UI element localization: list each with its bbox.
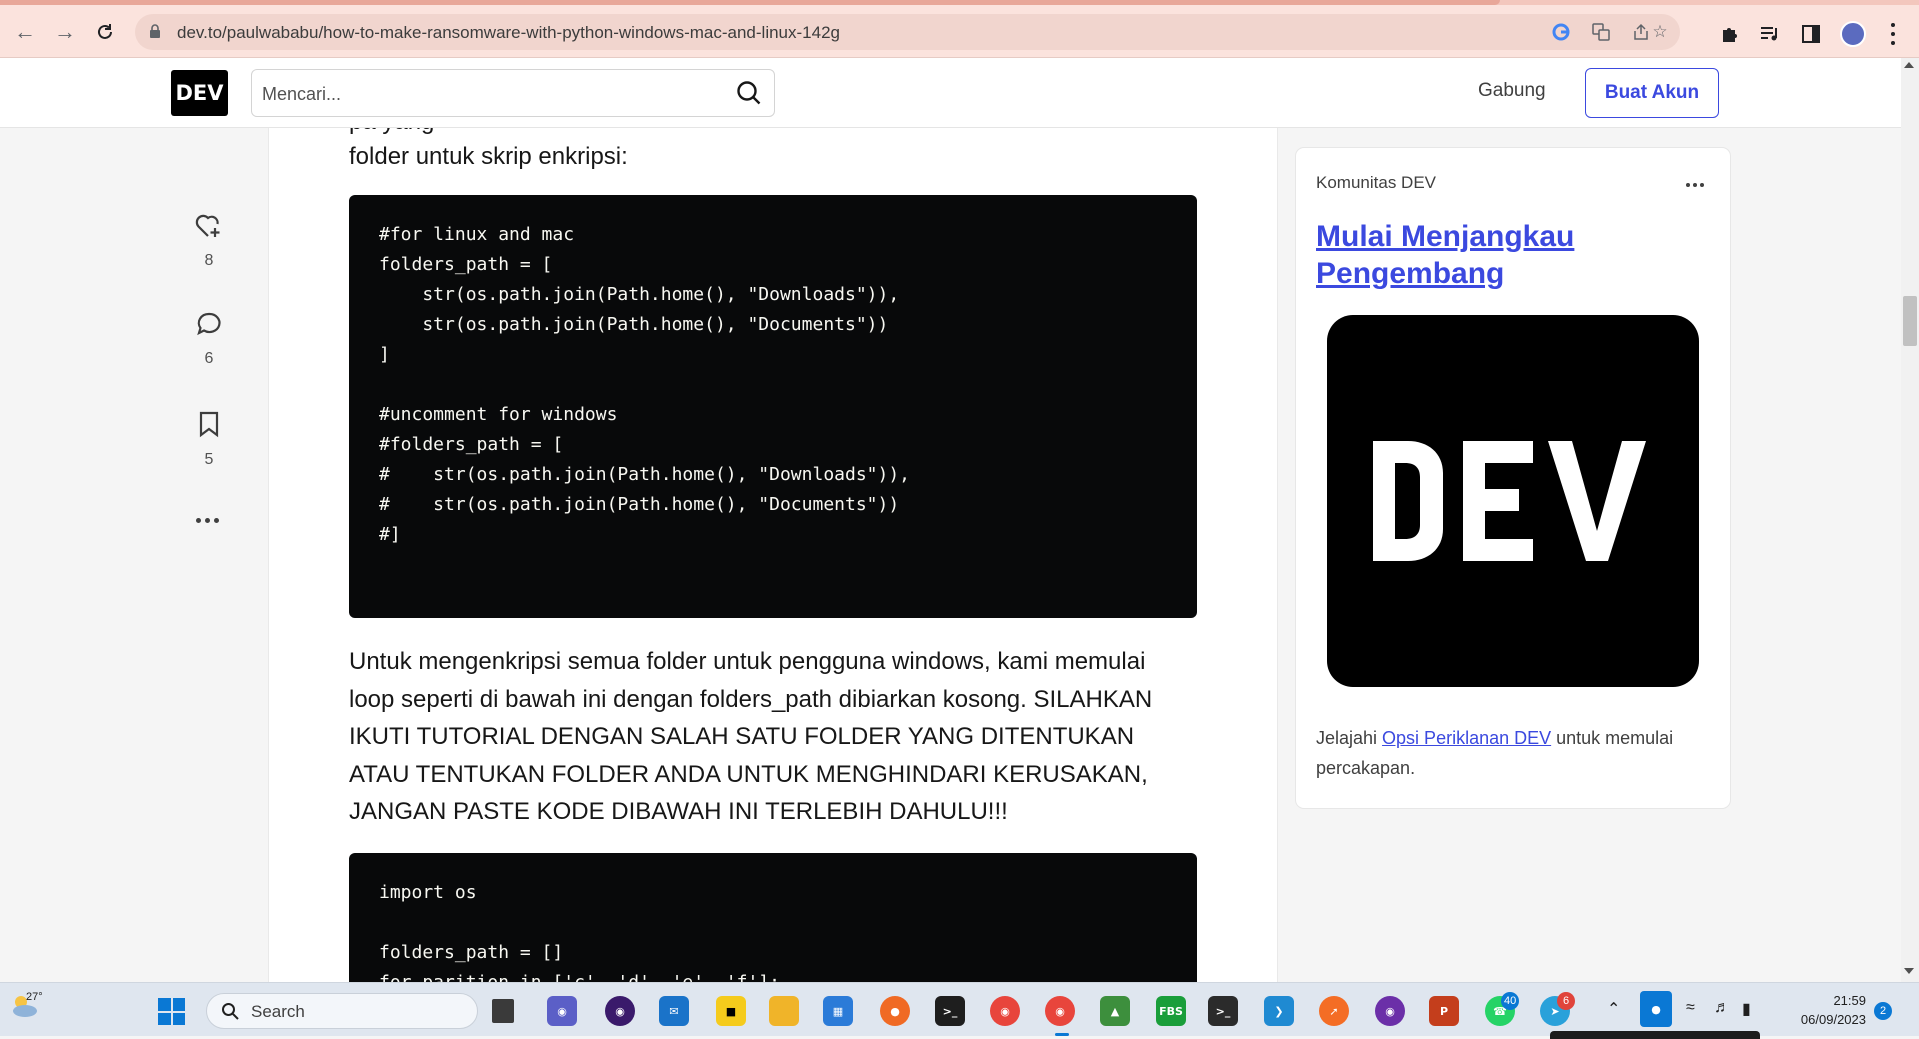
search-icon xyxy=(221,1002,239,1025)
media-queue-icon[interactable] xyxy=(1758,22,1782,46)
trading-app-icon[interactable]: ▲ xyxy=(1100,996,1130,1026)
tor-icon[interactable]: ◉ xyxy=(1375,996,1405,1026)
clock-time: 21:59 xyxy=(1833,993,1866,1008)
clock-date: 06/09/2023 xyxy=(1800,1012,1866,1027)
file-explorer-icon[interactable] xyxy=(769,996,799,1026)
article-paragraph: pa yang folder untuk skrip enkripsi: xyxy=(349,108,1189,175)
bookmark-icon xyxy=(199,411,219,438)
page-viewport: pa yang folder untuk skrip enkripsi: #fo… xyxy=(0,58,1901,982)
volume-icon[interactable]: ♬ xyxy=(1714,999,1730,1017)
scroll-down-arrow-icon[interactable] xyxy=(1904,968,1914,974)
sidebar-title-link[interactable]: Mulai Menjangkau Pengembang xyxy=(1316,218,1706,292)
sidebar-more-icon[interactable] xyxy=(1686,183,1704,187)
weather-widget[interactable]: 27° xyxy=(10,991,46,1025)
start-button[interactable] xyxy=(158,998,185,1025)
article-paragraph-text: folder untuk skrip enkripsi: xyxy=(349,143,628,170)
dev-logo[interactable]: DEV xyxy=(171,70,228,116)
like-count: 8 xyxy=(204,252,214,269)
terminal-icon[interactable]: >_ xyxy=(935,996,965,1026)
postman-icon[interactable]: ➚ xyxy=(1319,996,1349,1026)
code-block[interactable]: import os folders_path = [] for parition… xyxy=(349,853,1197,982)
search-input[interactable] xyxy=(262,80,702,108)
reload-icon[interactable] xyxy=(92,19,118,45)
side-panel-icon[interactable] xyxy=(1799,22,1823,46)
search-box[interactable] xyxy=(251,69,775,117)
microphone-icon[interactable]: ● xyxy=(1640,991,1672,1027)
create-account-button[interactable]: Buat Akun xyxy=(1585,68,1719,118)
comment-button[interactable]: 6 xyxy=(186,311,232,368)
sidebar-label: Komunitas DEV xyxy=(1316,173,1436,192)
comment-icon xyxy=(197,312,221,336)
notification-count[interactable]: 2 xyxy=(1874,1002,1892,1020)
clock[interactable]: 21:59 06/09/2023 xyxy=(1786,991,1866,1029)
teams-chat-icon[interactable]: ◉ xyxy=(547,996,577,1026)
taskbar-search-label: Search xyxy=(251,1002,305,1021)
translate-icon[interactable] xyxy=(1590,21,1612,43)
code-block[interactable]: #for linux and mac folders_path = [ str(… xyxy=(349,195,1197,618)
scrollbar-thumb[interactable] xyxy=(1903,296,1917,346)
profile-avatar[interactable] xyxy=(1840,21,1866,47)
article-body: pa yang folder untuk skrip enkripsi: #fo… xyxy=(269,58,1277,982)
google-lens-icon[interactable] xyxy=(1550,21,1572,43)
taskbar-preview-edge xyxy=(1550,1031,1760,1039)
site-header: DEV Gabung Buat Akun xyxy=(0,58,1901,128)
task-view-icon[interactable] xyxy=(492,999,514,1023)
chrome-icon[interactable]: ◉ xyxy=(990,996,1020,1026)
battery-icon[interactable]: ▮ xyxy=(1742,999,1751,1019)
bookmark-star-icon[interactable]: ☆ xyxy=(1649,21,1671,43)
vscode-icon[interactable]: ❯ xyxy=(1264,996,1294,1026)
dev-wordmark xyxy=(1373,441,1646,561)
comment-count: 6 xyxy=(204,350,214,367)
mail-icon[interactable]: ✉ xyxy=(659,996,689,1026)
show-hidden-icons-icon[interactable]: ⌃ xyxy=(1607,999,1620,1019)
login-link[interactable]: Gabung xyxy=(1478,80,1546,102)
page-scrollbar[interactable] xyxy=(1901,58,1919,982)
url-text[interactable]: dev.to/paulwababu/how-to-make-ransomware… xyxy=(177,23,840,43)
fbs-app-icon[interactable]: FBS xyxy=(1156,996,1186,1026)
browser-menu-icon[interactable] xyxy=(1888,23,1898,45)
sidebar-ad-card: Komunitas DEV Mulai Menjangkau Pengemban… xyxy=(1296,148,1730,808)
wifi-icon[interactable]: ≈ xyxy=(1686,999,1695,1017)
taskbar-search[interactable]: Search xyxy=(206,993,478,1029)
sidebar-text: Jelajahi Opsi Periklanan DEV untuk memul… xyxy=(1316,728,1674,778)
extensions-icon[interactable] xyxy=(1718,22,1742,46)
browser-toolbar: ← → dev.to/paulwababu/how-to-make-ransom… xyxy=(0,5,1919,58)
bookmark-button[interactable]: 5 xyxy=(186,410,232,469)
scroll-up-arrow-icon[interactable] xyxy=(1904,62,1914,68)
search-icon[interactable] xyxy=(736,80,762,111)
heart-plus-icon xyxy=(195,214,220,237)
article-paragraph: Untuk mengenkripsi semua folder untuk pe… xyxy=(349,648,1153,825)
powerpoint-icon[interactable]: P xyxy=(1429,996,1459,1026)
lock-icon[interactable] xyxy=(149,24,161,44)
bookmark-count: 5 xyxy=(204,451,214,468)
firefox-icon[interactable]: ● xyxy=(880,996,910,1026)
tor-browser-icon[interactable]: ◉ xyxy=(605,996,635,1026)
address-bar[interactable]: dev.to/paulwababu/how-to-make-ransomware… xyxy=(135,14,1680,50)
like-button[interactable]: 8 xyxy=(186,213,232,270)
console-icon[interactable]: >_ xyxy=(1208,996,1238,1026)
dev-logo-image[interactable] xyxy=(1327,315,1699,687)
sticky-notes-icon[interactable]: ■ xyxy=(716,996,746,1026)
back-icon[interactable]: ← xyxy=(12,19,38,45)
more-options-icon[interactable] xyxy=(196,518,219,523)
telegram-badge: 6 xyxy=(1557,992,1575,1010)
advertising-link[interactable]: Opsi Periklanan DEV xyxy=(1382,728,1551,748)
temperature: 27° xyxy=(26,991,43,1003)
forward-icon[interactable]: → xyxy=(52,19,78,45)
whatsapp-badge: 40 xyxy=(1501,992,1520,1010)
microsoft-store-icon[interactable]: ▦ xyxy=(823,996,853,1026)
windows-taskbar: 27° Search ◉ ◉ ✉ ■ ▦ ● >_ ◉ ◉ ▲ FBS >_ ❯… xyxy=(0,982,1919,1039)
chrome-profile-icon[interactable]: ◉ xyxy=(1045,996,1075,1026)
